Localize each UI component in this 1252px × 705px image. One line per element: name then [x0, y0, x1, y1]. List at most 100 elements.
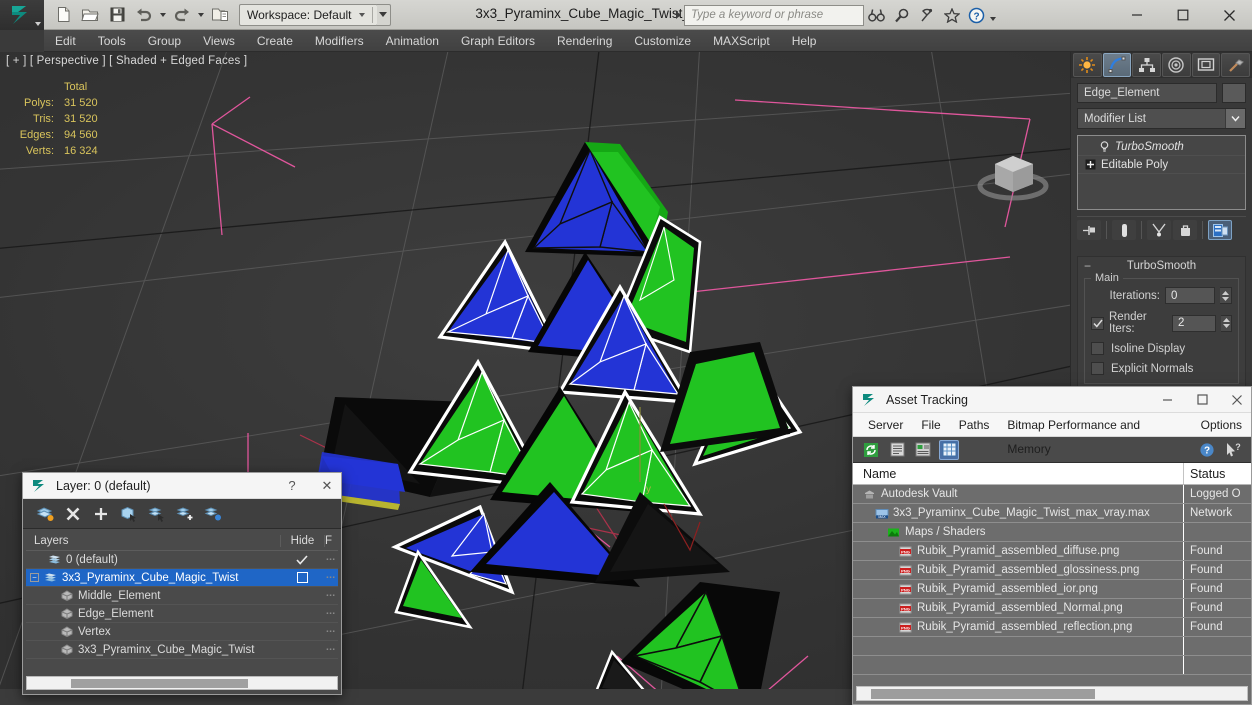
- select-highlighted-objects-icon[interactable]: [145, 502, 169, 526]
- menu-item-help[interactable]: Help: [781, 30, 828, 52]
- close-button[interactable]: [1206, 0, 1252, 30]
- layer-row-default[interactable]: 0 (default) ▪▪▪: [26, 551, 338, 569]
- menu-item-create[interactable]: Create: [246, 30, 304, 52]
- workspace-dropdown-button[interactable]: [376, 3, 391, 26]
- asset-menu-paths[interactable]: Paths: [950, 413, 999, 437]
- layer-row-pyraminx-object[interactable]: 3x3_Pyraminx_Cube_Magic_Twist ▪▪▪: [26, 641, 338, 659]
- layer-freeze-cell-0[interactable]: ▪▪▪: [324, 557, 338, 563]
- save-file-icon[interactable]: [104, 3, 130, 27]
- redo-icon[interactable]: [169, 3, 195, 27]
- explicit-normals-checkbox[interactable]: [1091, 362, 1104, 375]
- utilities-tab[interactable]: [1221, 53, 1251, 77]
- refresh-icon[interactable]: [861, 440, 881, 460]
- asset-row-normal[interactable]: PNG Rubik_Pyramid_assembled_Normal.png F…: [853, 599, 1251, 618]
- help-question-icon[interactable]: ?: [1197, 440, 1217, 460]
- hierarchy-tab[interactable]: [1132, 53, 1162, 77]
- menu-item-group[interactable]: Group: [137, 30, 192, 52]
- asset-row-ior[interactable]: PNG Rubik_Pyramid_assembled_ior.png Foun…: [853, 580, 1251, 599]
- create-tab[interactable]: [1073, 53, 1102, 77]
- layer-current-check[interactable]: [280, 554, 324, 565]
- layer-row-middle-element[interactable]: Middle_Element ▪▪▪: [26, 587, 338, 605]
- add-selection-icon[interactable]: [89, 502, 113, 526]
- layer-dialog-close-button[interactable]: ✕: [313, 474, 341, 498]
- hide-unhide-icon[interactable]: [201, 502, 225, 526]
- asset-row-reflection[interactable]: PNG Rubik_Pyramid_assembled_reflection.p…: [853, 618, 1251, 637]
- layer-dialog-help-button[interactable]: ?: [278, 474, 306, 498]
- delete-layer-icon[interactable]: [61, 502, 85, 526]
- redo-dropdown-icon[interactable]: [196, 3, 206, 27]
- motion-tab[interactable]: [1162, 53, 1191, 77]
- modifier-list-dropdown[interactable]: Modifier List: [1077, 108, 1246, 129]
- layer-row-edge-element[interactable]: Edge_Element ▪▪▪: [26, 605, 338, 623]
- layer-list[interactable]: Layers Hide F 0 (default) ▪▪▪ − 3x3_Pyra…: [23, 529, 341, 694]
- modifier-stack-item-editable-poly[interactable]: Editable Poly: [1078, 156, 1245, 174]
- asset-minimize-button[interactable]: [1153, 388, 1181, 412]
- view-cube[interactable]: [975, 140, 1051, 202]
- asset-menu-server[interactable]: Server: [859, 413, 912, 437]
- highlight-selected-objects-icon[interactable]: [173, 502, 197, 526]
- layer-horizontal-scrollbar[interactable]: [26, 676, 338, 690]
- help-icon[interactable]: ?: [964, 4, 989, 26]
- asset-horizontal-scrollbar[interactable]: [856, 686, 1248, 701]
- context-help-icon[interactable]: ?: [1223, 440, 1243, 460]
- configure-modifier-sets-button[interactable]: [1208, 220, 1232, 240]
- menu-item-maxscript[interactable]: MAXScript: [702, 30, 781, 52]
- layer-freeze-cell-2[interactable]: ▪▪▪: [324, 593, 338, 599]
- collapse-icon[interactable]: −: [1084, 259, 1091, 273]
- menu-item-tools[interactable]: Tools: [87, 30, 137, 52]
- asset-column-status[interactable]: Status: [1183, 463, 1251, 484]
- asset-column-name[interactable]: Name: [853, 463, 1183, 484]
- modifier-stack-item-turbosmooth[interactable]: TurboSmooth: [1078, 138, 1245, 156]
- app-logo[interactable]: [0, 0, 44, 30]
- menu-item-rendering[interactable]: Rendering: [546, 30, 623, 52]
- object-name-field[interactable]: Edge_Element: [1077, 83, 1217, 103]
- list-view-icon[interactable]: [887, 440, 907, 460]
- layer-dialog-titlebar[interactable]: Layer: 0 (default) ? ✕: [23, 473, 341, 499]
- layer-freeze-cell-1[interactable]: ▪▪▪: [324, 575, 338, 581]
- layer-row-pyraminx[interactable]: − 3x3_Pyraminx_Cube_Magic_Twist ▪▪▪: [26, 569, 338, 587]
- asset-row-glossiness[interactable]: PNG Rubik_Pyramid_assembled_glossiness.p…: [853, 561, 1251, 580]
- asset-maximize-button[interactable]: [1188, 388, 1216, 412]
- asset-row-max-file[interactable]: MAX 3x3_Pyraminx_Cube_Magic_Twist_max_vr…: [853, 504, 1251, 523]
- iterations-spinner[interactable]: [1220, 287, 1232, 304]
- pin-stack-button[interactable]: [1077, 220, 1101, 240]
- make-unique-button[interactable]: [1147, 220, 1171, 240]
- render-iters-input[interactable]: 2: [1171, 314, 1217, 332]
- menu-item-graph-editors[interactable]: Graph Editors: [450, 30, 546, 52]
- render-iters-checkbox[interactable]: [1091, 316, 1104, 330]
- layer-row-vertex[interactable]: Vertex ▪▪▪: [26, 623, 338, 641]
- search-input[interactable]: Type a keyword or phrase: [684, 4, 864, 26]
- project-folder-icon[interactable]: [207, 3, 233, 27]
- plus-box-icon[interactable]: [1084, 159, 1096, 171]
- layer-freeze-cell-5[interactable]: ▪▪▪: [324, 647, 338, 653]
- layer-freeze-cell-3[interactable]: ▪▪▪: [324, 611, 338, 617]
- modifier-stack[interactable]: TurboSmooth Editable Poly: [1077, 135, 1246, 210]
- asset-close-button[interactable]: [1223, 388, 1251, 412]
- search-expand-icon[interactable]: [672, 4, 684, 26]
- menu-item-edit[interactable]: Edit: [44, 30, 87, 52]
- star-icon[interactable]: [939, 4, 964, 26]
- menu-item-animation[interactable]: Animation: [375, 30, 450, 52]
- details-view-icon[interactable]: [913, 440, 933, 460]
- asset-row-diffuse[interactable]: PNG Rubik_Pyramid_assembled_diffuse.png …: [853, 542, 1251, 561]
- grid-view-icon[interactable]: [939, 439, 959, 460]
- binoculars-icon[interactable]: [864, 4, 889, 26]
- open-file-icon[interactable]: [77, 3, 103, 27]
- undo-icon[interactable]: [131, 3, 157, 27]
- iterations-input[interactable]: 0: [1165, 287, 1215, 304]
- help-dropdown-icon[interactable]: [989, 4, 997, 26]
- minimize-button[interactable]: [1114, 0, 1160, 30]
- maximize-button[interactable]: [1160, 0, 1206, 30]
- layer-freeze-cell-4[interactable]: ▪▪▪: [324, 629, 338, 635]
- asset-menu-options[interactable]: Options: [1192, 413, 1251, 437]
- asset-menu-file[interactable]: File: [912, 413, 949, 437]
- new-file-icon[interactable]: [50, 3, 76, 27]
- asset-row-vault[interactable]: Autodesk Vault Logged O: [853, 485, 1251, 504]
- asset-scrollbar-thumb[interactable]: [871, 689, 1095, 699]
- chevron-down-icon[interactable]: [1225, 109, 1245, 128]
- asset-tracking-titlebar[interactable]: Asset Tracking: [853, 387, 1251, 413]
- menu-item-modifiers[interactable]: Modifiers: [304, 30, 375, 52]
- modify-tab[interactable]: [1102, 53, 1132, 77]
- workspace-selector[interactable]: Workspace: Default: [239, 3, 378, 26]
- layer-expander-icon[interactable]: −: [30, 573, 39, 582]
